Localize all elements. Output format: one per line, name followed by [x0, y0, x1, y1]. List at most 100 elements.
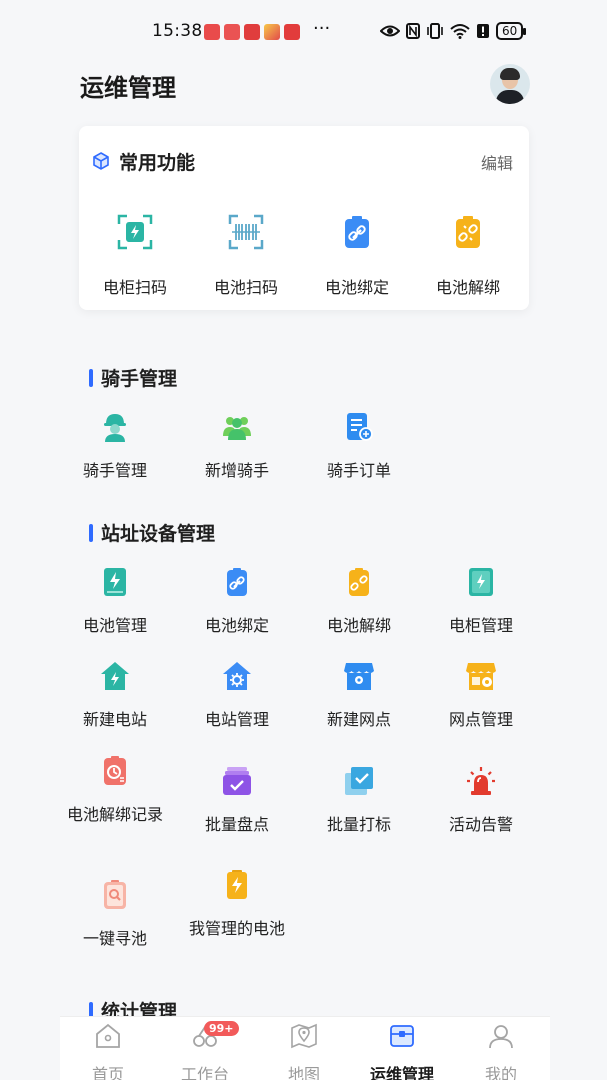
wifi-icon	[450, 24, 470, 39]
fav-label: 电池扫码	[213, 278, 278, 297]
notification-app-icon	[224, 24, 240, 40]
grid-battery-bind[interactable]: 电池绑定	[176, 567, 298, 636]
map-icon	[291, 1023, 317, 1049]
vibrate-icon	[427, 23, 443, 39]
battery-unbind-icon	[349, 568, 369, 596]
grid-station-manage[interactable]: 电站管理	[176, 661, 298, 730]
profile-icon	[489, 1025, 513, 1049]
section-title-text: 站址设备管理	[101, 523, 216, 545]
more-notifications-icon: ···	[313, 18, 331, 39]
alarm-icon	[467, 767, 495, 795]
grid-cabinet-manage[interactable]: 电柜管理	[420, 567, 542, 636]
grid-rider-order[interactable]: 骑手订单	[298, 412, 420, 481]
grid-add-rider[interactable]: 新增骑手	[176, 412, 298, 481]
rider-section-title: 骑手管理	[89, 364, 177, 391]
cube-icon	[93, 152, 109, 170]
grid-batch-inventory[interactable]: 批量盘点	[176, 766, 298, 835]
avatar-hair	[500, 68, 520, 80]
section-accent-bar	[89, 523, 93, 542]
notification-app-icon	[264, 24, 280, 40]
status-time: 15:38	[152, 21, 203, 41]
grid-label: 批量打标	[326, 815, 391, 834]
notification-app-icon	[244, 24, 260, 40]
avatar-body	[496, 90, 524, 104]
bottom-tab-bar: 首页 工作台 地图 运维管理 我的	[60, 1016, 550, 1080]
page-title: 运维管理	[80, 74, 176, 102]
grid-find-battery[interactable]: 一键寻池	[54, 880, 176, 949]
grid-label: 电池解绑	[326, 616, 391, 635]
fav-label: 电池解绑	[435, 278, 500, 297]
grid-label: 电池管理	[82, 616, 147, 635]
notification-app-icon	[284, 24, 300, 40]
fav-battery-unbind[interactable]: 电池解绑	[412, 214, 524, 298]
tab-ops[interactable]: 运维管理	[357, 1023, 447, 1080]
battery-unbind-icon	[456, 216, 480, 248]
eye-icon	[380, 25, 400, 37]
status-bar: 15:38 ··· 60	[0, 18, 607, 48]
favorites-title: 常用功能	[119, 152, 196, 174]
grid-label: 新建网点	[326, 710, 391, 729]
grid-rider-manage[interactable]: 骑手管理	[54, 412, 176, 481]
home-icon	[96, 1023, 120, 1048]
rider-icon	[104, 414, 126, 442]
tab-map[interactable]: 地图	[259, 1023, 349, 1080]
batch-tag-icon	[345, 767, 373, 795]
alert-icon	[477, 24, 489, 38]
grid-unbind-record[interactable]: 电池解绑记录	[54, 756, 176, 825]
find-battery-icon	[104, 880, 126, 909]
new-outlet-icon	[344, 663, 374, 690]
fav-battery-bind[interactable]: 电池绑定	[301, 214, 413, 298]
battery-manage-icon	[104, 568, 126, 596]
grid-battery-manage[interactable]: 电池管理	[54, 567, 176, 636]
add-rider-icon	[223, 417, 251, 440]
grid-my-battery[interactable]: 我管理的电池	[176, 870, 298, 939]
batch-inventory-icon	[223, 767, 251, 795]
tab-home[interactable]: 首页	[63, 1023, 153, 1080]
rider-order-icon	[347, 413, 373, 441]
grid-label: 电站管理	[204, 710, 269, 729]
status-system-icons: 60	[380, 22, 527, 40]
section-accent-bar	[89, 368, 93, 387]
tab-profile[interactable]: 我的	[456, 1023, 546, 1080]
grid-label: 批量盘点	[204, 815, 269, 834]
grid-outlet-manage[interactable]: 网点管理	[420, 661, 542, 730]
tab-label: 地图	[287, 1065, 320, 1080]
grid-batch-tag[interactable]: 批量打标	[298, 766, 420, 835]
battery-indicator: 60	[496, 22, 527, 40]
fav-battery-scan[interactable]: 电池扫码	[190, 214, 302, 298]
my-battery-icon	[227, 870, 247, 899]
cabinet-manage-icon	[469, 568, 493, 596]
battery-bind-icon	[345, 216, 369, 248]
nfc-icon	[406, 23, 420, 39]
grid-label: 骑手管理	[82, 461, 147, 480]
new-station-icon	[101, 662, 129, 690]
grid-new-outlet[interactable]: 新建网点	[298, 661, 420, 730]
grid-label: 电池解绑记录	[66, 805, 163, 824]
battery-bind-icon	[227, 568, 247, 596]
unbind-record-icon	[104, 756, 126, 785]
tab-label: 运维管理	[369, 1065, 434, 1080]
grid-label: 新增骑手	[204, 461, 269, 480]
notification-icons	[204, 24, 300, 40]
tab-label: 工作台	[180, 1065, 229, 1080]
grid-label: 我管理的电池	[188, 919, 285, 938]
station-manage-icon	[223, 662, 251, 690]
grid-label: 新建电站	[82, 710, 147, 729]
grid-label: 网点管理	[448, 710, 513, 729]
grid-label: 活动告警	[448, 815, 513, 834]
fav-cabinet-scan[interactable]: 电柜扫码	[79, 214, 191, 298]
favorites-card: 常用功能 编辑 电柜扫码 电池扫码 电池绑定 电池解绑	[79, 126, 529, 310]
tab-label: 首页	[91, 1065, 124, 1080]
outlet-manage-icon	[466, 663, 496, 690]
grid-battery-unbind[interactable]: 电池解绑	[298, 567, 420, 636]
battery-barcode-scan-icon	[228, 214, 264, 250]
grid-alarm[interactable]: 活动告警	[420, 766, 542, 835]
grid-label: 电池绑定	[204, 616, 269, 635]
avatar[interactable]	[490, 64, 530, 104]
edit-button[interactable]: 编辑	[481, 150, 513, 174]
ops-icon	[390, 1025, 414, 1047]
grid-label: 电柜管理	[448, 616, 513, 635]
tab-label: 我的	[484, 1065, 517, 1080]
grid-label: 骑手订单	[326, 461, 391, 480]
grid-new-station[interactable]: 新建电站	[54, 661, 176, 730]
